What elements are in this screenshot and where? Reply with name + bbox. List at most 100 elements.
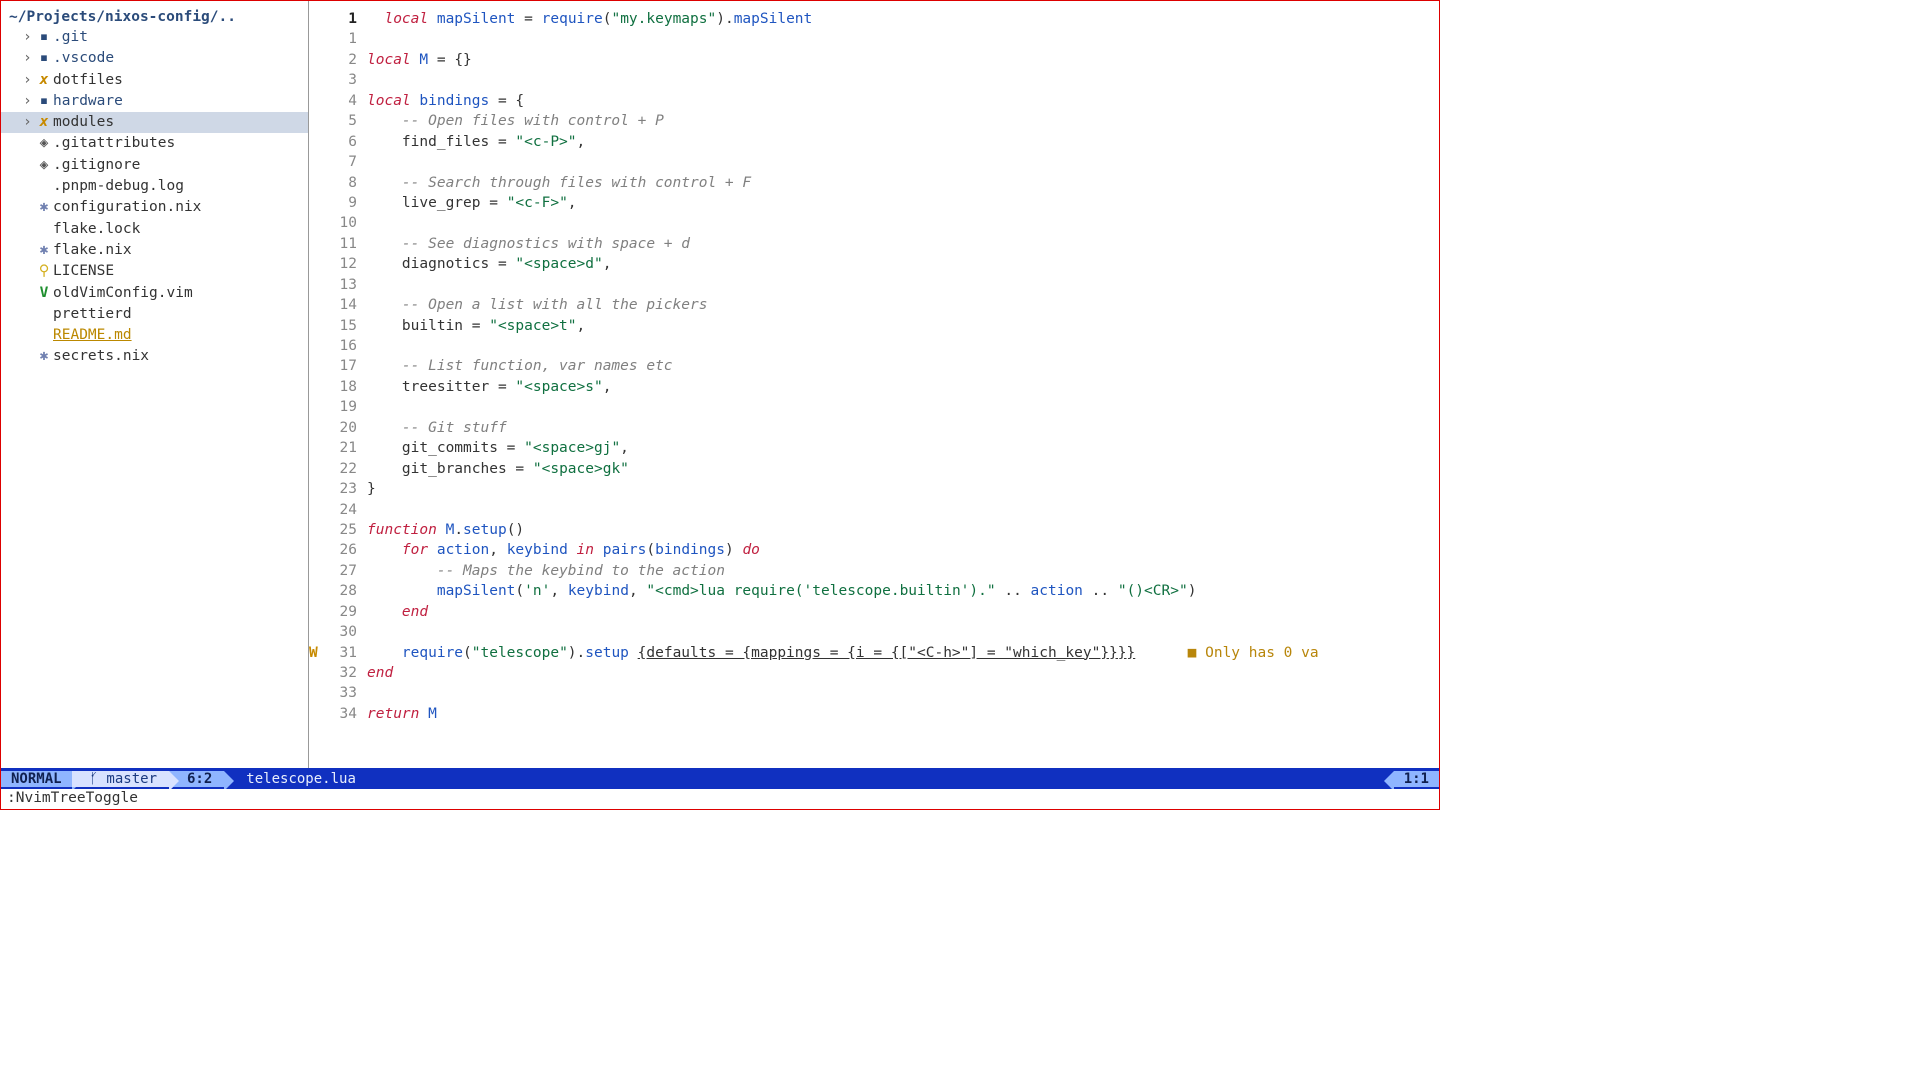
diagnostic-gutter bbox=[309, 602, 323, 622]
tree-item--vscode[interactable]: ›▪.vscode bbox=[1, 48, 308, 69]
line-number: 21 bbox=[323, 438, 367, 458]
tree-item--gitattributes[interactable]: ◈.gitattributes bbox=[1, 133, 308, 154]
cursor-position-left: 6:2 bbox=[169, 771, 224, 787]
code-line[interactable]: 32end bbox=[309, 663, 1439, 683]
code-content[interactable]: end bbox=[367, 602, 1439, 622]
code-content[interactable]: -- Open files with control + P bbox=[367, 111, 1439, 131]
code-content[interactable]: diagnotics = "<space>d", bbox=[367, 254, 1439, 274]
code-line[interactable]: 10 bbox=[309, 213, 1439, 233]
code-content[interactable] bbox=[367, 275, 1439, 295]
code-content[interactable]: for action, keybind in pairs(bindings) d… bbox=[367, 540, 1439, 560]
code-line[interactable]: 8 -- Search through files with control +… bbox=[309, 173, 1439, 193]
code-content[interactable]: treesitter = "<space>s", bbox=[367, 377, 1439, 397]
code-content[interactable]: git_branches = "<space>gk" bbox=[367, 459, 1439, 479]
line-number: 20 bbox=[323, 418, 367, 438]
code-content[interactable]: -- Maps the keybind to the action bbox=[367, 561, 1439, 581]
tree-item-prettierd[interactable]: prettierd bbox=[1, 304, 308, 325]
code-line[interactable]: 15 builtin = "<space>t", bbox=[309, 316, 1439, 336]
code-content[interactable]: -- Git stuff bbox=[367, 418, 1439, 438]
code-line[interactable]: 21 git_commits = "<space>gj", bbox=[309, 438, 1439, 458]
code-line[interactable]: 14 -- Open a list with all the pickers bbox=[309, 295, 1439, 315]
code-content[interactable] bbox=[367, 683, 1439, 703]
code-line[interactable]: 1 local mapSilent = require("my.keymaps"… bbox=[309, 9, 1439, 29]
line-number: 3 bbox=[323, 70, 367, 90]
code-line[interactable]: 4local bindings = { bbox=[309, 91, 1439, 111]
code-content[interactable]: live_grep = "<c-F>", bbox=[367, 193, 1439, 213]
code-content[interactable] bbox=[367, 70, 1439, 90]
code-line[interactable]: 24 bbox=[309, 500, 1439, 520]
code-content[interactable] bbox=[367, 29, 1439, 49]
code-line[interactable]: W31 require("telescope").setup {defaults… bbox=[309, 643, 1439, 663]
code-line[interactable]: 11 -- See diagnostics with space + d bbox=[309, 234, 1439, 254]
diagnostic-gutter: W bbox=[309, 643, 323, 663]
code-line[interactable]: 13 bbox=[309, 275, 1439, 295]
code-content[interactable]: find_files = "<c-P>", bbox=[367, 132, 1439, 152]
tree-item--pnpm-debug-log[interactable]: .pnpm-debug.log bbox=[1, 176, 308, 197]
editor-pane[interactable]: 1 local mapSilent = require("my.keymaps"… bbox=[309, 1, 1439, 768]
code-line[interactable]: 28 mapSilent('n', keybind, "<cmd>lua req… bbox=[309, 581, 1439, 601]
line-number: 1 bbox=[323, 9, 367, 29]
command-line[interactable]: :NvimTreeToggle bbox=[1, 789, 1439, 809]
tree-item--gitignore[interactable]: ◈.gitignore bbox=[1, 155, 308, 176]
code-line[interactable]: 5 -- Open files with control + P bbox=[309, 111, 1439, 131]
code-content[interactable]: mapSilent('n', keybind, "<cmd>lua requir… bbox=[367, 581, 1439, 601]
code-content[interactable] bbox=[367, 152, 1439, 172]
code-line[interactable]: 6 find_files = "<c-P>", bbox=[309, 132, 1439, 152]
code-content[interactable]: -- List function, var names etc bbox=[367, 356, 1439, 376]
code-line[interactable]: 16 bbox=[309, 336, 1439, 356]
code-content[interactable]: require("telescope").setup {defaults = {… bbox=[367, 643, 1439, 663]
code-line[interactable]: 29 end bbox=[309, 602, 1439, 622]
tree-item-oldvimconfig-vim[interactable]: VoldVimConfig.vim bbox=[1, 283, 308, 304]
tree-item-hardware[interactable]: ›▪hardware bbox=[1, 91, 308, 112]
code-line[interactable]: 2local M = {} bbox=[309, 50, 1439, 70]
tree-item-secrets-nix[interactable]: ✱secrets.nix bbox=[1, 346, 308, 367]
code-content[interactable]: local M = {} bbox=[367, 50, 1439, 70]
tree-item-dotfiles[interactable]: ›xdotfiles bbox=[1, 70, 308, 91]
code-line[interactable]: 7 bbox=[309, 152, 1439, 172]
tree-item-configuration-nix[interactable]: ✱configuration.nix bbox=[1, 197, 308, 218]
code-content[interactable] bbox=[367, 213, 1439, 233]
code-content[interactable]: local bindings = { bbox=[367, 91, 1439, 111]
code-line[interactable]: 9 live_grep = "<c-F>", bbox=[309, 193, 1439, 213]
code-content[interactable] bbox=[367, 397, 1439, 417]
tree-item-readme-md[interactable]: README.md bbox=[1, 325, 308, 346]
code-line[interactable]: 30 bbox=[309, 622, 1439, 642]
code-line[interactable]: 12 diagnotics = "<space>d", bbox=[309, 254, 1439, 274]
code-line[interactable]: 17 -- List function, var names etc bbox=[309, 356, 1439, 376]
tree-item-modules[interactable]: ›xmodules bbox=[1, 112, 308, 133]
code-line[interactable]: 33 bbox=[309, 683, 1439, 703]
code-line[interactable]: 23} bbox=[309, 479, 1439, 499]
code-line[interactable]: 25function M.setup() bbox=[309, 520, 1439, 540]
code-content[interactable]: -- See diagnostics with space + d bbox=[367, 234, 1439, 254]
code-line[interactable]: 34return M bbox=[309, 704, 1439, 724]
line-number: 9 bbox=[323, 193, 367, 213]
code-line[interactable]: 20 -- Git stuff bbox=[309, 418, 1439, 438]
code-line[interactable]: 27 -- Maps the keybind to the action bbox=[309, 561, 1439, 581]
code-line[interactable]: 19 bbox=[309, 397, 1439, 417]
code-content[interactable]: return M bbox=[367, 704, 1439, 724]
line-number: 27 bbox=[323, 561, 367, 581]
tree-item-flake-nix[interactable]: ✱flake.nix bbox=[1, 240, 308, 261]
code-line[interactable]: 3 bbox=[309, 70, 1439, 90]
code-content[interactable]: local mapSilent = require("my.keymaps").… bbox=[367, 9, 1439, 29]
code-line[interactable]: 22 git_branches = "<space>gk" bbox=[309, 459, 1439, 479]
code-content[interactable] bbox=[367, 336, 1439, 356]
diagnostic-gutter bbox=[309, 9, 323, 29]
code-content[interactable]: } bbox=[367, 479, 1439, 499]
code-content[interactable]: -- Open a list with all the pickers bbox=[367, 295, 1439, 315]
tree-item-license[interactable]: ⚲LICENSE bbox=[1, 261, 308, 282]
tree-item-flake-lock[interactable]: flake.lock bbox=[1, 219, 308, 240]
code-content[interactable]: builtin = "<space>t", bbox=[367, 316, 1439, 336]
code-content[interactable] bbox=[367, 500, 1439, 520]
code-line[interactable]: 1 bbox=[309, 29, 1439, 49]
code-content[interactable]: -- Search through files with control + F bbox=[367, 173, 1439, 193]
code-line[interactable]: 18 treesitter = "<space>s", bbox=[309, 377, 1439, 397]
code-line[interactable]: 26 for action, keybind in pairs(bindings… bbox=[309, 540, 1439, 560]
tree-item--git[interactable]: ›▪.git bbox=[1, 27, 308, 48]
code-content[interactable] bbox=[367, 622, 1439, 642]
code-content[interactable]: git_commits = "<space>gj", bbox=[367, 438, 1439, 458]
code-content[interactable]: end bbox=[367, 663, 1439, 683]
file-tree[interactable]: ~/Projects/nixos-config/.. ›▪.git›▪.vsco… bbox=[1, 1, 309, 768]
code-content[interactable]: function M.setup() bbox=[367, 520, 1439, 540]
line-number: 12 bbox=[323, 254, 367, 274]
